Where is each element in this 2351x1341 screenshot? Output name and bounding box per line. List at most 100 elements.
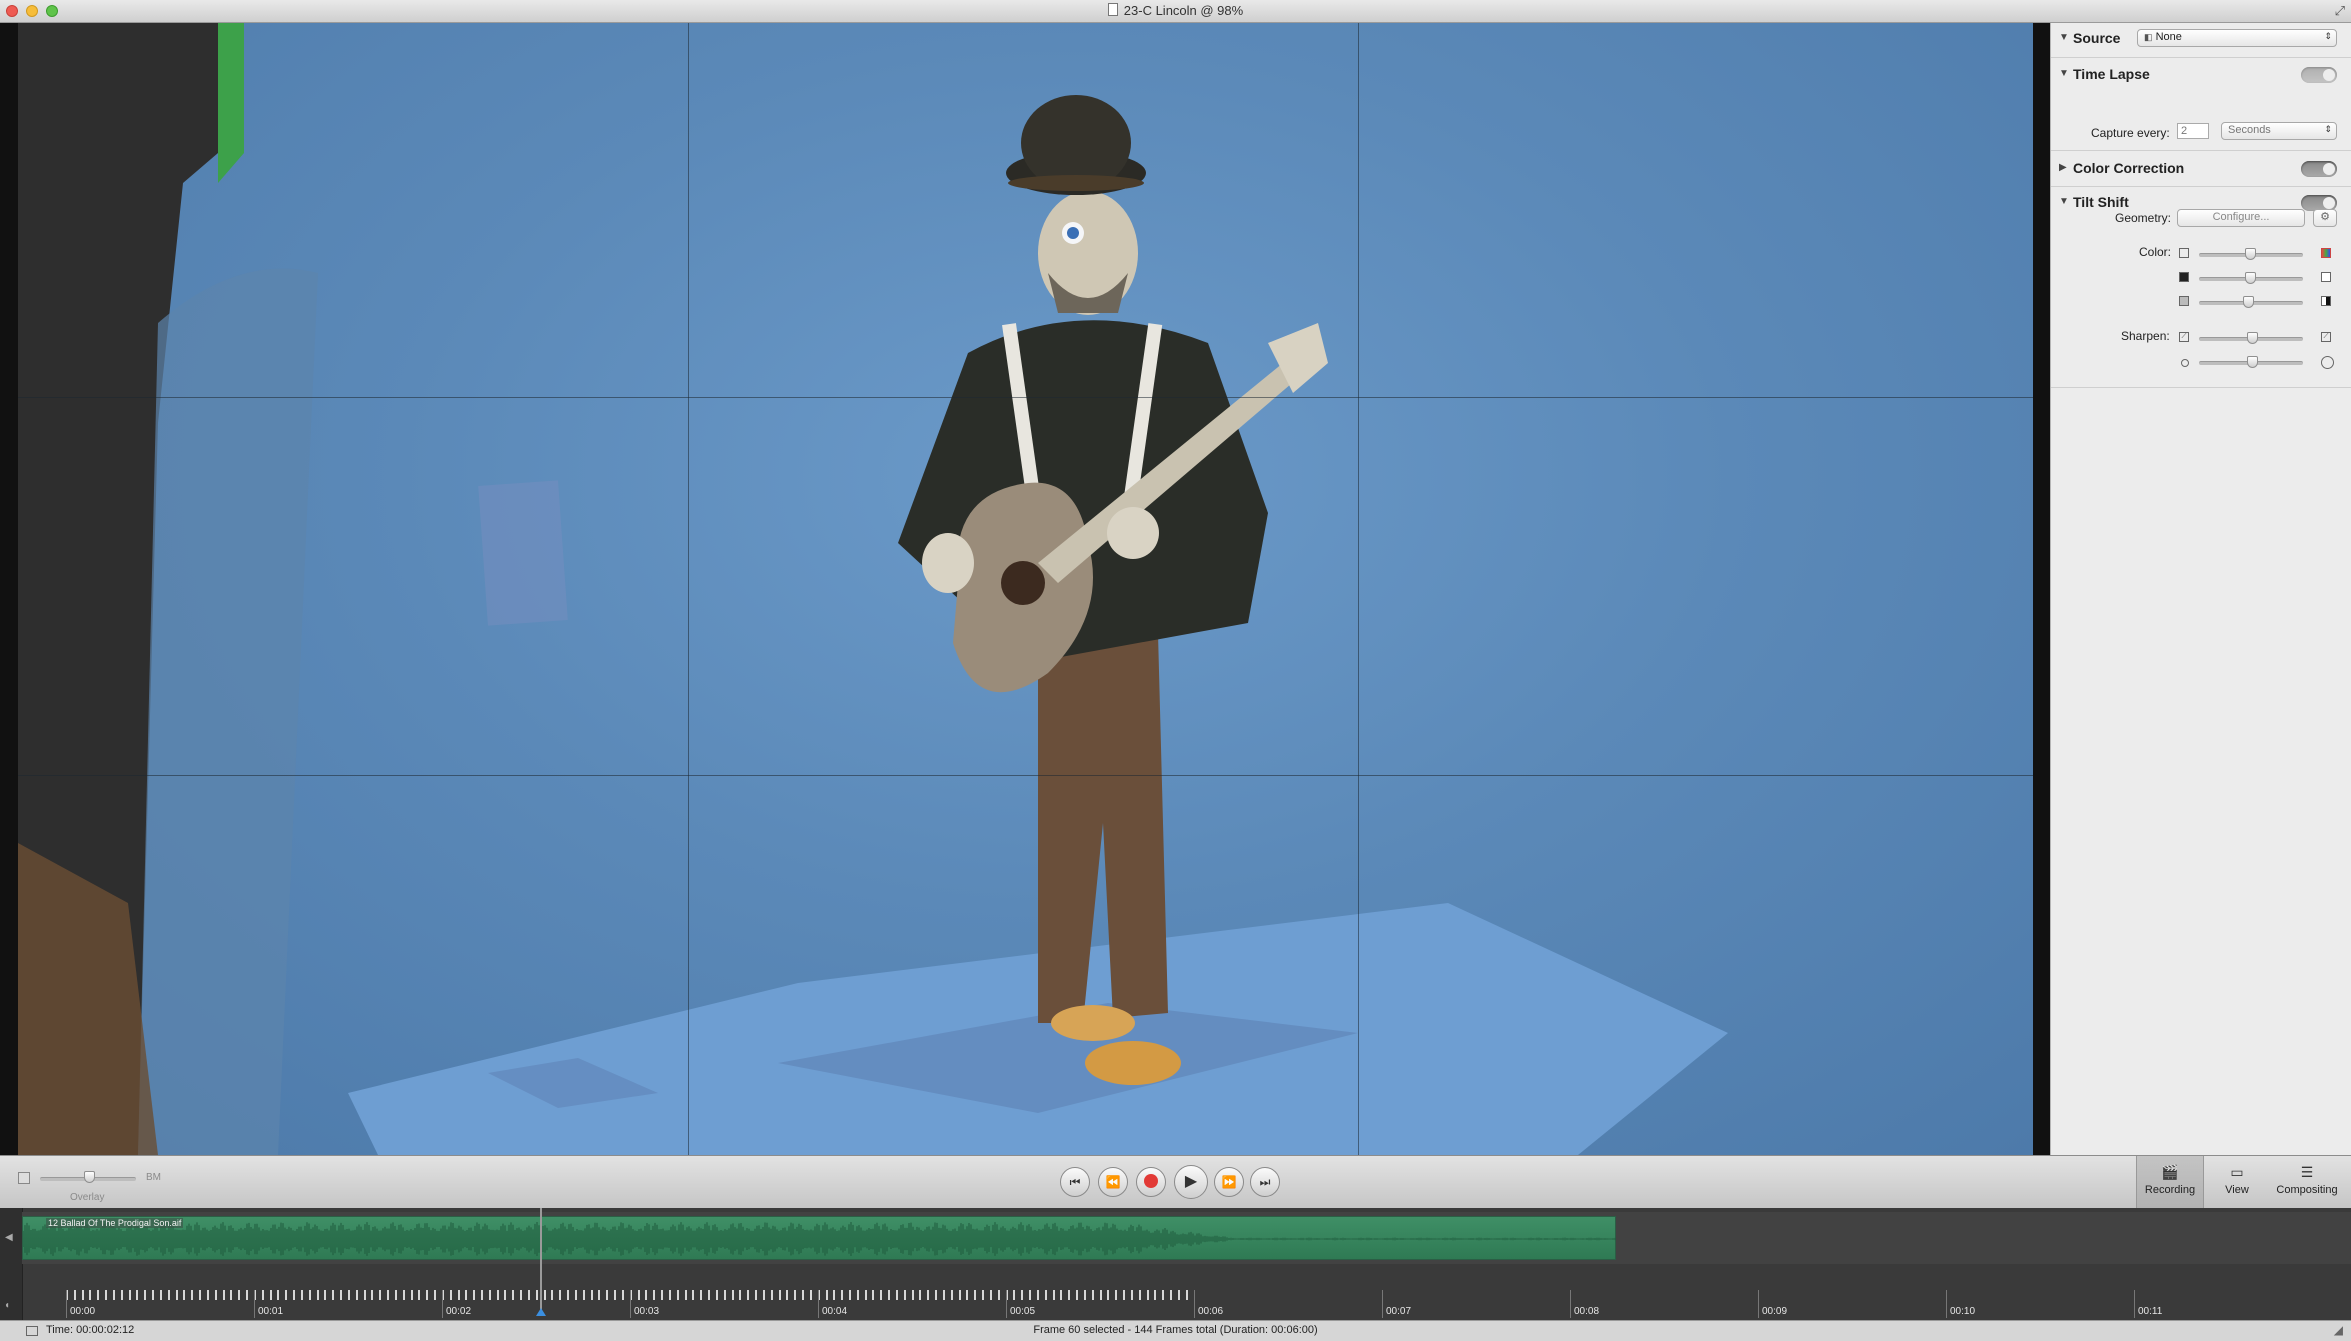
grid-line [18,397,2033,398]
sharpen-label: Sharpen: [2121,329,2170,343]
ruler-major-tick [2134,1290,2135,1318]
step-forward-button[interactable]: ⏩ [1214,1167,1244,1197]
ruler-time-label: 00:09 [1762,1306,1788,1317]
ruler-time-label: 00:07 [1386,1306,1412,1317]
gear-icon[interactable]: ⚙ [2313,209,2337,227]
timeline[interactable]: ◀ ◖ 12 Ballad Of The Prodigal Son.aif 00… [0,1208,2351,1320]
source-section: ▼ Source ◧ None ⇕ [2051,23,2351,55]
resize-grip-icon[interactable]: ◢ [2334,1323,2343,1337]
half-swatch-icon [2321,296,2331,306]
time-lapse-title: Time Lapse [2073,66,2150,82]
window-title-text: 23-C Lincoln @ 98% [1123,3,1244,18]
play-button[interactable]: ▶ [1174,1165,1208,1199]
color-correction-toggle[interactable] [2301,161,2337,177]
capture-every-label: Capture every: [2091,126,2170,140]
mode-label: Compositing [2276,1184,2338,1196]
grid-line [1358,23,1359,1155]
blur-large-icon [2321,356,2334,369]
live-image [18,23,1728,1155]
ruler-major-tick [254,1290,255,1318]
mode-view[interactable]: ▭ View [2204,1156,2270,1208]
playhead-marker-icon[interactable] [536,1308,546,1316]
color-label: Color: [2139,245,2172,259]
brightness-slider-knob[interactable] [2243,296,2254,308]
mode-recording[interactable]: 🎬 Recording [2136,1156,2204,1208]
ruler-time-label: 00:02 [446,1306,472,1317]
black-swatch-icon [2179,272,2189,282]
ruler-time-label: 00:05 [1010,1306,1036,1317]
fullscreen-icon[interactable]: ⤢ [2335,3,2345,19]
time-lapse-toggle[interactable] [2301,67,2337,83]
color-slider-knob[interactable] [2245,248,2256,260]
status-info: Frame 60 selected - 144 Frames total (Du… [1033,1324,1318,1336]
transport-bar: BM Overlay ⏮ ⏪ ▶ ⏩ ⏭ 🎬 Recording ▭ View … [0,1155,2351,1209]
sharpen-slider-knob[interactable] [2247,332,2258,344]
ruler-time-label: 00:06 [1198,1306,1224,1317]
capture-unit-value: Seconds [2228,124,2271,136]
divider [2051,57,2351,58]
mode-label: View [2225,1184,2249,1196]
sharpen-high-icon: ⟋ [2321,332,2331,342]
ruler-major-tick [1006,1290,1007,1318]
ruler-major-tick [630,1290,631,1318]
ruler-major-tick [1758,1290,1759,1318]
ruler-major-tick [442,1290,443,1318]
overlay-slider-knob[interactable] [84,1171,95,1183]
ruler-major-tick [818,1290,819,1318]
status-bar: Time: 00:00:02:12 Frame 60 selected - 14… [0,1320,2351,1341]
sharpen-low-icon: ⟋ [2179,332,2189,342]
ruler-major-tick [66,1290,67,1318]
configure-button[interactable]: Configure... [2177,209,2305,227]
blur-small-icon [2181,359,2189,367]
source-title: Source [2073,30,2121,46]
mode-label: Recording [2144,1184,2196,1196]
mode-compositing[interactable]: ☰ Compositing [2270,1156,2344,1208]
ruler-major-tick [1382,1290,1383,1318]
color-high-icon [2321,248,2331,258]
capture-unit-popup[interactable]: Seconds ⇕ [2221,122,2337,140]
contrast-slider-knob[interactable] [2245,272,2256,284]
source-popup[interactable]: ◧ None ⇕ [2137,29,2337,47]
collapse-icon[interactable]: ◀ [5,1232,13,1243]
grid-line [688,23,689,1155]
divider [2051,387,2351,388]
disclosure-triangle-icon[interactable]: ▼ [2059,196,2069,207]
layers-icon: ☰ [2300,1164,2314,1180]
go-to-end-button[interactable]: ⏭ [1250,1167,1280,1197]
ruler-time-label: 00:04 [822,1306,848,1317]
ruler-time-label: 00:08 [1574,1306,1600,1317]
time-ruler[interactable]: 00:00 00:01 00:02 00:03 00:04 00:05 00:06 00:07… [66,1288,2351,1318]
ruler-time-label: 00:10 [1950,1306,1976,1317]
title-bar: 23-C Lincoln @ 98% ⤢ [0,0,2351,23]
ruler-time-label: 00:03 [634,1306,660,1317]
filmstrip-icon[interactable] [18,1172,30,1184]
ruler-time-label: 00:11 [2138,1306,2163,1317]
color-correction-section: ▶ Color Correction [2051,153,2351,185]
source-value: None [2155,31,2182,43]
go-to-start-button[interactable]: ⏮ [1060,1167,1090,1197]
divider [2051,150,2351,151]
track-header: ◀ ◖ [0,1208,23,1320]
disclosure-triangle-icon[interactable]: ▼ [2059,32,2069,43]
ruler-major-tick [1194,1290,1195,1318]
step-back-button[interactable]: ⏪ [1098,1167,1128,1197]
camera-frame[interactable] [18,23,2033,1155]
viewer [0,23,2050,1155]
white-swatch-icon [2321,272,2331,282]
record-button[interactable] [1136,1167,1166,1197]
speaker-icon[interactable]: ◖ [4,1300,10,1311]
window-title: 23-C Lincoln @ 98% [0,3,2351,18]
blur-slider-knob[interactable] [2247,356,2258,368]
ruler-major-tick [1570,1290,1571,1318]
ruler-major-tick [1946,1290,1947,1318]
gray-swatch-icon [2179,296,2189,306]
inspector-panel: ▼ Source ◧ None ⇕ ▼ Time Lapse Capture e… [2050,23,2351,1155]
document-icon [1107,3,1118,16]
overlay-end-label: BM [146,1172,161,1183]
disclosure-triangle-icon[interactable]: ▼ [2059,68,2069,79]
disclosure-triangle-icon[interactable]: ▶ [2059,162,2067,173]
capture-interval-input[interactable] [2177,123,2209,139]
color-low-icon [2179,248,2189,258]
clapper-icon: 🎬 [2161,1164,2179,1180]
playhead[interactable] [536,1208,546,1316]
